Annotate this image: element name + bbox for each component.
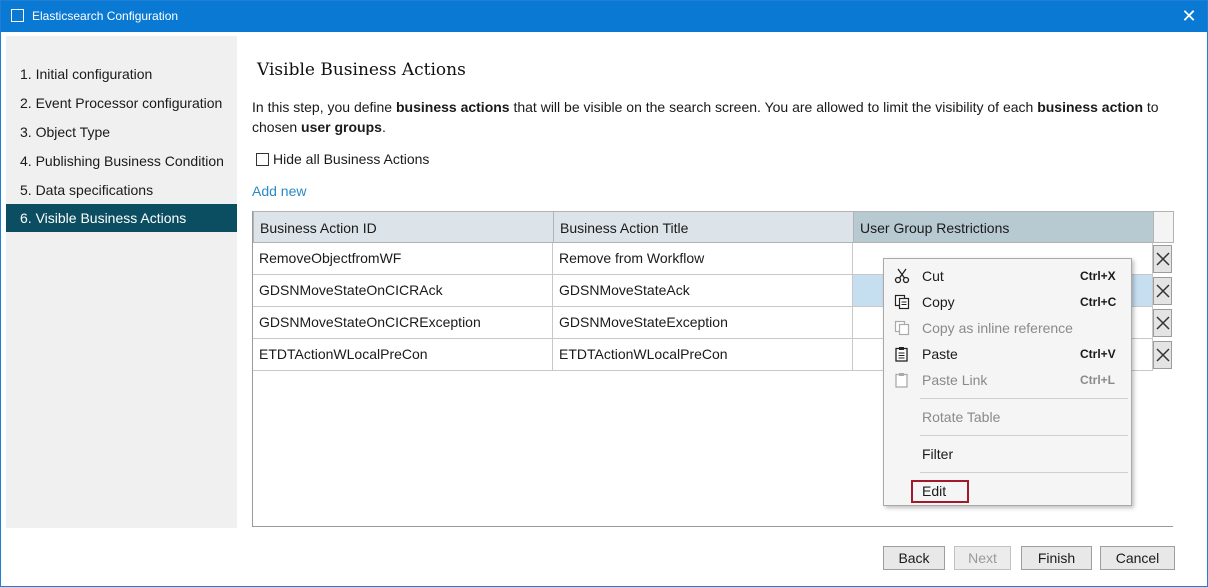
menu-item-copy[interactable]: Copy Ctrl+C — [884, 289, 1131, 315]
window-icon — [11, 9, 24, 22]
menu-item-cut[interactable]: Cut Ctrl+X — [884, 263, 1131, 289]
column-header-user-group-restrictions[interactable]: User Group Restrictions — [853, 211, 1154, 243]
step-initial-configuration[interactable]: 1. Initial configuration — [6, 60, 237, 88]
table-cell-title[interactable]: GDSNMoveStateException — [553, 307, 853, 339]
menu-item-label: Copy as inline reference — [922, 320, 1073, 336]
finish-button[interactable]: Finish — [1021, 546, 1092, 570]
menu-separator — [920, 435, 1128, 436]
hide-all-label[interactable]: Hide all Business Actions — [273, 151, 429, 167]
close-button[interactable]: ✕ — [1179, 5, 1199, 27]
context-menu: Cut Ctrl+X Copy Ctrl+C Copy as inline re… — [883, 258, 1132, 506]
hide-all-checkbox[interactable] — [256, 152, 269, 166]
intro-bold-business-action: business action — [1037, 99, 1144, 115]
table-cell-title[interactable]: GDSNMoveStateAck — [553, 275, 853, 307]
intro-bold-user-groups: user groups — [301, 119, 382, 135]
copy-reference-icon — [894, 320, 910, 336]
column-header-actions — [1153, 211, 1174, 243]
copy-icon — [894, 294, 910, 310]
menu-item-label: Paste — [922, 346, 958, 362]
menu-item-shortcut: Ctrl+L — [1080, 373, 1116, 387]
add-new-link[interactable]: Add new — [252, 183, 306, 199]
next-button: Next — [954, 546, 1011, 570]
column-header-business-action-id[interactable]: Business Action ID — [253, 211, 554, 243]
intro-text-part: that will be visible on the search scree… — [509, 99, 1038, 115]
menu-item-label: Cut — [922, 268, 944, 284]
close-icon — [1156, 284, 1170, 298]
close-icon — [1156, 252, 1170, 266]
column-header-business-action-title[interactable]: Business Action Title — [553, 211, 854, 243]
menu-item-shortcut: Ctrl+C — [1080, 295, 1117, 309]
table-cell-id[interactable]: ETDTActionWLocalPreCon — [253, 339, 553, 371]
paste-link-icon — [895, 373, 908, 388]
table-cell-title[interactable]: ETDTActionWLocalPreCon — [553, 339, 853, 371]
paste-icon — [895, 347, 908, 362]
table-cell-id[interactable]: GDSNMoveStateOnCICRException — [253, 307, 553, 339]
delete-row-button[interactable] — [1153, 277, 1172, 305]
delete-row-button[interactable] — [1153, 341, 1172, 369]
step-data-specifications[interactable]: 5. Data specifications — [6, 176, 237, 204]
table-cell-id[interactable]: GDSNMoveStateOnCICRAck — [253, 275, 553, 307]
close-icon — [1156, 348, 1170, 362]
step-publishing-business-condition[interactable]: 4. Publishing Business Condition — [6, 147, 237, 175]
intro-text-part: . — [381, 119, 386, 135]
scissors-icon — [894, 268, 910, 284]
menu-item-copy-as-inline-reference: Copy as inline reference — [884, 315, 1131, 341]
edit-highlight-box — [911, 480, 969, 503]
hide-all-row: Hide all Business Actions — [256, 150, 429, 168]
menu-item-paste-link: Paste Link Ctrl+L — [884, 367, 1131, 393]
close-icon: ✕ — [1181, 6, 1197, 26]
menu-item-rotate-table: Rotate Table — [884, 404, 1131, 430]
step-visible-business-actions[interactable]: 6. Visible Business Actions — [6, 204, 237, 232]
title-bar: Elasticsearch Configuration ✕ — [1, 1, 1207, 32]
close-icon — [1156, 316, 1170, 330]
menu-item-label: Rotate Table — [922, 409, 1001, 425]
delete-row-button[interactable] — [1153, 245, 1172, 273]
menu-separator — [920, 472, 1128, 473]
dialog-window: Elasticsearch Configuration ✕ 1. Initial… — [0, 0, 1208, 587]
menu-item-label: Copy — [922, 294, 955, 310]
intro-text-part: In this step, you define — [252, 99, 396, 115]
window-title: Elasticsearch Configuration — [32, 9, 179, 23]
cancel-button[interactable]: Cancel — [1100, 546, 1175, 570]
intro-text: In this step, you define business action… — [252, 97, 1182, 137]
menu-separator — [920, 398, 1128, 399]
steps-sidebar: 1. Initial configuration 2. Event Proces… — [6, 36, 237, 528]
intro-bold-business-actions: business actions — [395, 99, 510, 115]
menu-item-shortcut: Ctrl+X — [1080, 269, 1116, 283]
table-cell-title[interactable]: Remove from Workflow — [553, 243, 853, 275]
page-heading: Visible Business Actions — [257, 60, 466, 80]
step-event-processor-configuration[interactable]: 2. Event Processor configuration — [6, 89, 237, 117]
menu-item-paste[interactable]: Paste Ctrl+V — [884, 341, 1131, 367]
menu-item-label: Paste Link — [922, 372, 988, 388]
table-cell-id[interactable]: RemoveObjectfromWF — [253, 243, 553, 275]
menu-item-filter[interactable]: Filter — [884, 441, 1131, 467]
back-button[interactable]: Back — [883, 546, 945, 570]
delete-row-button[interactable] — [1153, 309, 1172, 337]
step-object-type[interactable]: 3. Object Type — [6, 118, 237, 146]
menu-item-label: Filter — [922, 446, 954, 462]
menu-item-shortcut: Ctrl+V — [1080, 347, 1116, 361]
